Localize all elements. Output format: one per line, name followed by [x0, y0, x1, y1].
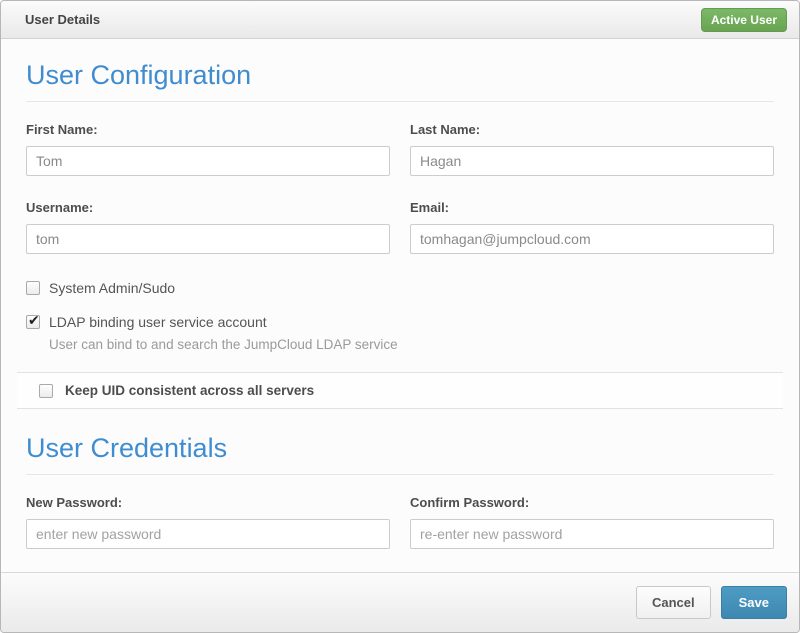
section-title-user-credentials: User Credentials [26, 433, 774, 464]
password-row: New Password: Confirm Password: [26, 495, 774, 549]
new-password-group: New Password: [26, 495, 390, 549]
cancel-button[interactable]: Cancel [636, 586, 711, 619]
section-divider [26, 101, 774, 102]
ldap-checkbox-label: LDAP binding user service account [49, 314, 267, 330]
status-badge: Active User [701, 8, 787, 32]
uid-checkbox[interactable] [39, 384, 53, 398]
ldap-checkbox[interactable] [26, 315, 40, 329]
uid-checkbox-label: Keep UID consistent across all servers [65, 383, 314, 398]
username-label: Username: [26, 200, 390, 215]
last-name-input[interactable] [410, 146, 774, 176]
email-group: Email: [410, 200, 774, 254]
username-input[interactable] [26, 224, 390, 254]
uid-checkbox-row[interactable]: Keep UID consistent across all servers [17, 372, 783, 409]
section-title-user-configuration: User Configuration [26, 60, 774, 91]
modal-title: User Details [13, 12, 100, 27]
sudo-checkbox-row[interactable]: System Admin/Sudo [26, 280, 774, 296]
confirm-password-group: Confirm Password: [410, 495, 774, 549]
new-password-input[interactable] [26, 519, 390, 549]
sudo-checkbox[interactable] [26, 281, 40, 295]
name-row: First Name: Last Name: [26, 122, 774, 176]
modal-body: User Configuration First Name: Last Name… [1, 39, 799, 572]
last-name-label: Last Name: [410, 122, 774, 137]
username-group: Username: [26, 200, 390, 254]
last-name-group: Last Name: [410, 122, 774, 176]
save-button[interactable]: Save [721, 586, 787, 619]
modal-footer: Cancel Save [1, 572, 799, 632]
ldap-help-text: User can bind to and search the JumpClou… [49, 337, 774, 352]
new-password-label: New Password: [26, 495, 390, 510]
first-name-input[interactable] [26, 146, 390, 176]
modal-header: User Details Active User [1, 1, 799, 39]
confirm-password-label: Confirm Password: [410, 495, 774, 510]
email-input[interactable] [410, 224, 774, 254]
account-row: Username: Email: [26, 200, 774, 254]
sudo-checkbox-label: System Admin/Sudo [49, 280, 175, 296]
ldap-checkbox-row[interactable]: LDAP binding user service account [26, 314, 774, 330]
first-name-group: First Name: [26, 122, 390, 176]
user-details-modal: User Details Active User User Configurat… [0, 0, 800, 633]
first-name-label: First Name: [26, 122, 390, 137]
section-divider [26, 474, 774, 475]
email-label: Email: [410, 200, 774, 215]
confirm-password-input[interactable] [410, 519, 774, 549]
